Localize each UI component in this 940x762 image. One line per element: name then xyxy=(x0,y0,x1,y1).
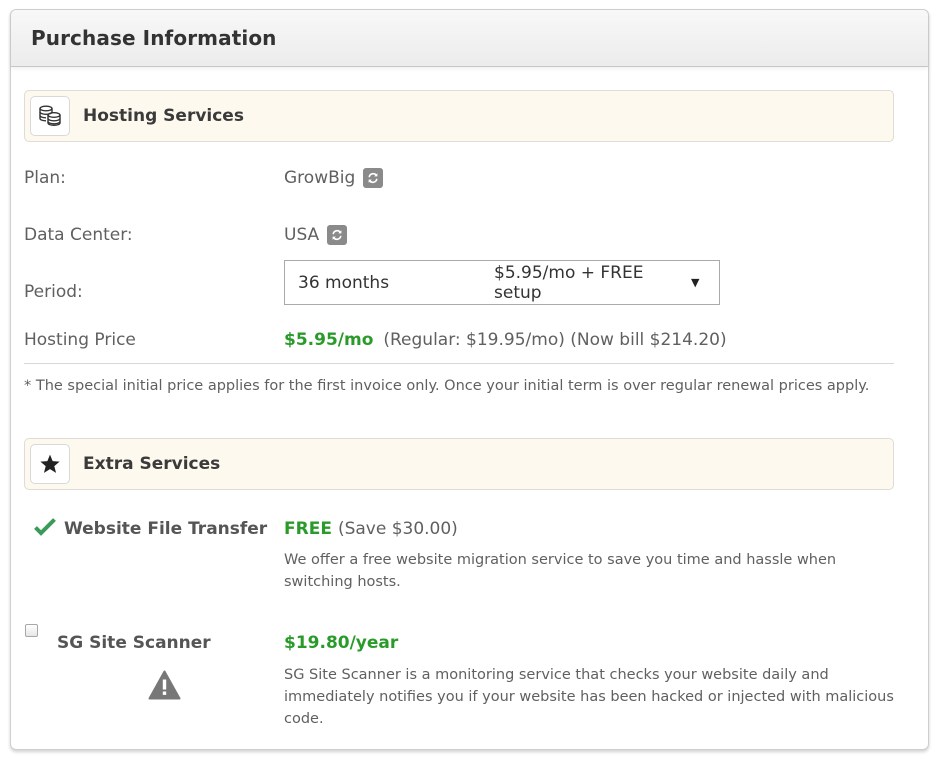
panel-header: Purchase Information xyxy=(11,10,928,67)
change-plan-button[interactable] xyxy=(363,168,384,188)
extra-services-header: Extra Services xyxy=(24,438,894,490)
coins-icon xyxy=(30,96,70,136)
website-file-transfer-savings: (Save $30.00) xyxy=(337,519,458,539)
plan-value-group: GrowBig xyxy=(284,168,384,188)
hosting-services-title: Hosting Services xyxy=(83,106,244,126)
chevron-down-icon: ▼ xyxy=(691,276,700,289)
website-file-transfer-price: FREE xyxy=(284,519,332,539)
panel-title: Purchase Information xyxy=(31,26,277,50)
period-selected-price: $5.95/mo + FREE setup xyxy=(494,262,644,303)
sg-site-scanner-name: SG Site Scanner xyxy=(57,633,211,653)
sg-site-scanner-checkbox[interactable] xyxy=(25,624,38,637)
change-data-center-button[interactable] xyxy=(327,225,348,245)
hosting-price-amount: $5.95/mo xyxy=(284,330,374,350)
period-label: Period: xyxy=(24,282,83,302)
plan-label: Plan: xyxy=(24,168,66,188)
star-icon xyxy=(30,444,70,484)
period-selected-months: 36 months xyxy=(298,272,390,293)
data-center-value-group: USA xyxy=(284,225,348,245)
refresh-icon xyxy=(332,229,342,241)
period-select[interactable]: 36 months $5.95/mo + FREE setup ▼ xyxy=(284,260,720,305)
sg-site-scanner-price: $19.80/year xyxy=(284,633,399,653)
sg-site-scanner-price-group: $19.80/year xyxy=(284,633,398,653)
warning-icon[interactable] xyxy=(148,670,181,700)
website-file-transfer-price-group: FREE (Save $30.00) xyxy=(284,519,458,539)
hosting-price-details: (Regular: $19.95/mo) (Now bill $214.20) xyxy=(383,330,727,350)
hosting-price-label: Hosting Price xyxy=(24,330,136,350)
plan-value: GrowBig xyxy=(284,168,356,188)
pricing-note: * The special initial price applies for … xyxy=(24,378,870,394)
website-file-transfer-name: Website File Transfer xyxy=(64,519,268,539)
hosting-services-header: Hosting Services xyxy=(24,90,894,142)
extra-services-title: Extra Services xyxy=(83,454,221,474)
sg-site-scanner-description: SG Site Scanner is a monitoring service … xyxy=(284,667,894,727)
website-file-transfer-description: We offer a free website migration servic… xyxy=(284,552,837,590)
data-center-value: USA xyxy=(284,225,320,245)
hosting-price-value: $5.95/mo (Regular: $19.95/mo) (Now bill … xyxy=(284,330,727,350)
checkmark-icon xyxy=(34,518,56,536)
refresh-icon xyxy=(368,172,378,184)
divider xyxy=(24,363,894,364)
data-center-label: Data Center: xyxy=(24,225,133,245)
